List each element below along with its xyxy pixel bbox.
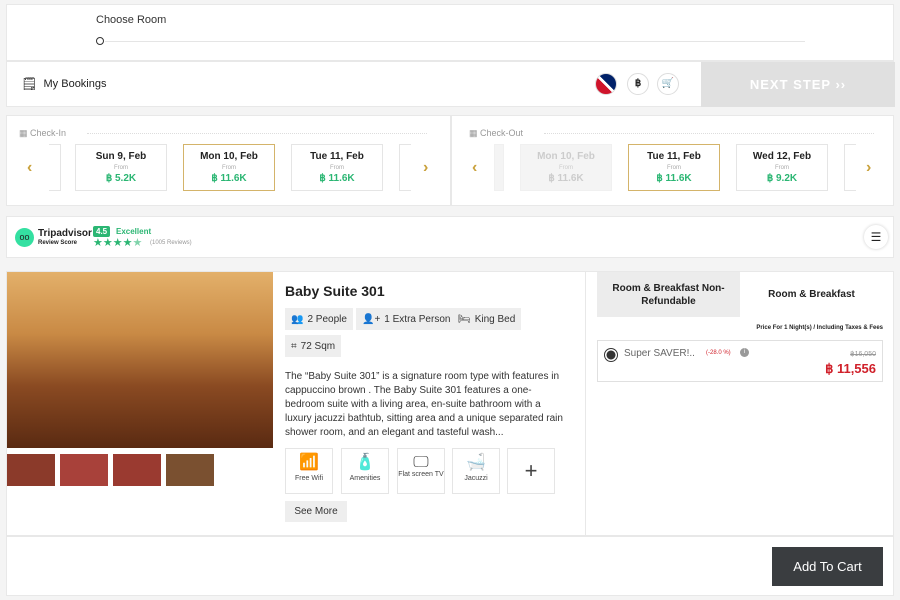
tripadvisor-brand: Tripadvisor (38, 228, 92, 239)
review-count: (1005 Reviews) (150, 240, 192, 246)
currency-button[interactable]: ฿ (627, 73, 649, 95)
date-partial (844, 144, 856, 191)
language-flag-icon[interactable] (595, 73, 617, 95)
room-thumbnail[interactable] (7, 454, 55, 486)
next-step-button[interactable]: NEXT STEP ›› (701, 62, 895, 107)
room-thumbnail[interactable] (166, 454, 214, 486)
amenity-toiletries: 🧴 Amenities (341, 448, 389, 494)
add-person-icon: 👤+ (362, 313, 381, 325)
rate-price: ฿ 11,556 (825, 361, 876, 376)
my-bookings-link[interactable]: 🗒 My Bookings (21, 76, 107, 92)
star-rating: ★★★★★ (93, 237, 143, 249)
rate-radio[interactable] (604, 348, 618, 362)
checkin-next-arrow[interactable]: › (423, 159, 428, 177)
rating-word: Excellent (116, 227, 152, 236)
checkout-label: ▦ Check-Out (469, 128, 524, 138)
step-dot (96, 37, 104, 45)
review-score-label: Review Score (38, 240, 78, 246)
checkin-date[interactable]: Sun 9, Feb From ฿ 5.2K (75, 144, 167, 191)
checkin-date[interactable]: Tue 11, Feb From ฿ 11.6K (291, 144, 383, 191)
checkout-prev-arrow[interactable]: ‹ (472, 159, 477, 177)
checkin-panel: ▦ Check-In ‹ Sun 9, Feb From ฿ 5.2K Mon 10… (6, 115, 451, 206)
room-description: The “Baby Suite 301” is a signature room… (285, 371, 563, 438)
room-name: Baby Suite 301 (285, 283, 385, 299)
price-note: Price For 1 Night(s) / Including Taxes &… (756, 325, 883, 331)
bathtub-icon: 🛁 (466, 454, 486, 471)
amenity-jacuzzi: 🛁 Jacuzzi (452, 448, 500, 494)
bookings-label: My Bookings (43, 78, 107, 90)
room-photo[interactable] (7, 272, 273, 448)
filter-button[interactable]: ☰ (864, 225, 888, 249)
progress-panel: Choose Room (6, 4, 894, 61)
see-more-button[interactable]: See More (285, 501, 347, 522)
checkout-panel: ▦ Check-Out ‹ Mon 10, Feb From ฿ 11.6K Tue… (451, 115, 894, 206)
checkout-date-disabled: Mon 10, Feb From ฿ 11.6K (520, 144, 612, 191)
tab-non-refundable[interactable]: Room & Breakfast Non-Refundable (597, 272, 740, 317)
bookings-icon: 🗒 (21, 76, 38, 91)
area-icon: ⌗ (291, 340, 297, 352)
bed-icon: 🛏 (458, 313, 471, 325)
review-bar: oo Tripadvisor Review Score 4.5 Excellen… (6, 216, 894, 258)
add-to-cart-button[interactable]: Add To Cart (772, 547, 883, 586)
feature-people: 👥 2 People (285, 308, 353, 330)
rate-name: Super SAVER!.. (624, 348, 695, 359)
rate-discount: (-28.0 %) (706, 350, 731, 356)
date-partial (494, 144, 504, 191)
header-bar: 🗒 My Bookings ฿ 🛒 NEXT STEP ›› (6, 61, 895, 107)
info-icon[interactable]: i (740, 348, 749, 357)
checkout-date[interactable]: Wed 12, Feb From ฿ 9.2K (736, 144, 828, 191)
amenity-tv: 🖵 Flat screen TV (397, 448, 445, 494)
feature-extra-person: 👤+ 1 Extra Person (356, 308, 457, 330)
cart-icon[interactable]: 🛒 (657, 73, 679, 95)
room-thumbnail[interactable] (60, 454, 108, 486)
step-title: Choose Room (96, 14, 167, 26)
room-thumbnail[interactable] (113, 454, 161, 486)
checkin-label: ▦ Check-In (19, 128, 67, 138)
progress-line (105, 41, 805, 42)
toiletries-icon: 🧴 (355, 454, 375, 471)
feature-bed: 🛏 King Bed (452, 308, 522, 330)
router-icon: 📶 (299, 454, 319, 471)
checkout-next-arrow[interactable]: › (866, 159, 871, 177)
rate-option[interactable]: Super SAVER!.. (-28.0 %) i ฿16,050 ฿ 11,… (597, 340, 883, 382)
amenity-wifi: 📶 Free Wifi (285, 448, 333, 494)
checkout-date-selected[interactable]: Tue 11, Feb From ฿ 11.6K (628, 144, 720, 191)
checkin-date-selected[interactable]: Mon 10, Feb From ฿ 11.6K (183, 144, 275, 191)
more-amenities-button[interactable]: + (507, 448, 555, 494)
tv-icon: 🖵 (413, 454, 429, 471)
tab-room-breakfast[interactable]: Room & Breakfast (740, 272, 883, 317)
date-partial (399, 144, 411, 191)
old-price: ฿16,050 (850, 351, 876, 358)
people-icon: 👥 (291, 313, 304, 325)
feature-size: ⌗ 72 Sqm (285, 335, 342, 357)
checkin-prev-arrow[interactable]: ‹ (27, 159, 32, 177)
date-partial (49, 144, 61, 191)
tripadvisor-logo-icon: oo (15, 228, 34, 247)
